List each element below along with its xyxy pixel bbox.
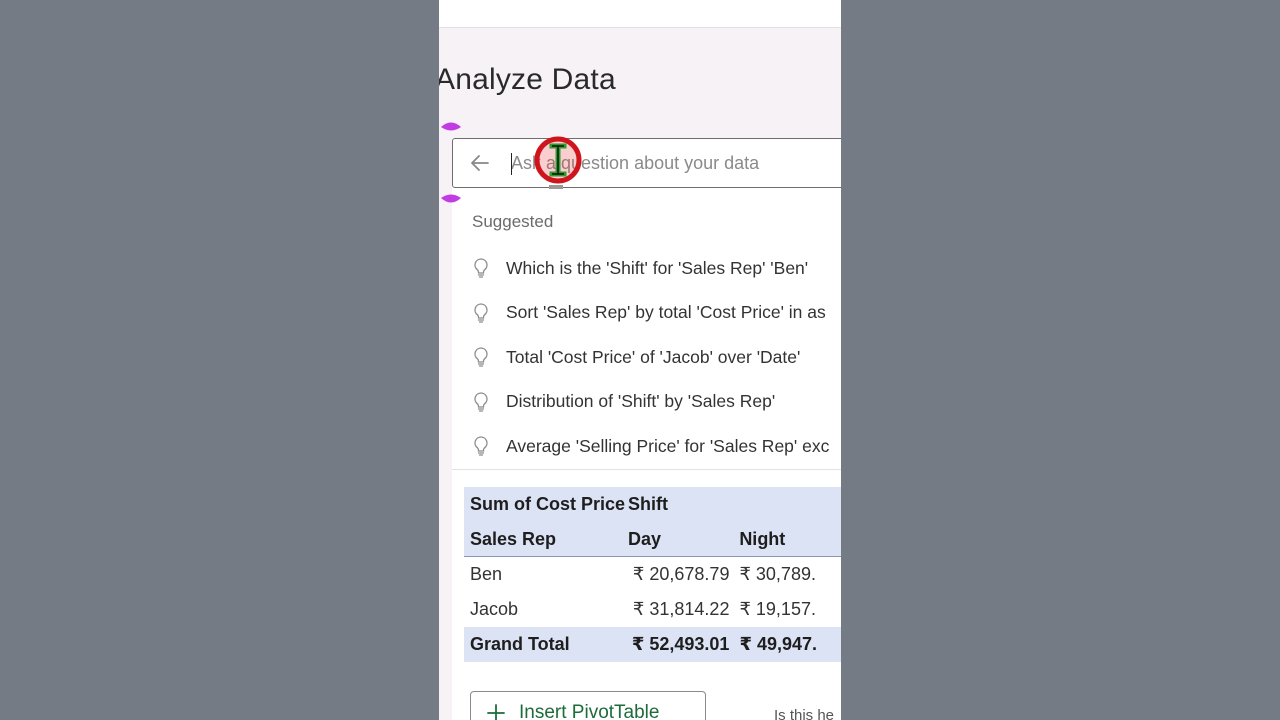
- lightbulb-icon: [474, 303, 488, 323]
- analyze-data-pane: Analyze Data Suggested Which is the 'Shi…: [439, 0, 841, 720]
- top-bar: [439, 0, 841, 28]
- suggestion-text: Which is the 'Shift' for 'Sales Rep' 'Be…: [506, 257, 809, 278]
- grand-total-row: Grand Total ₹ 52,493.01 ₹ 49,947.: [464, 627, 841, 662]
- column-header-day: Day: [627, 528, 661, 549]
- text-cursor-icon: [534, 136, 582, 189]
- cell-value: ₹ 19,157.: [739, 599, 816, 619]
- lightbulb-icon: [474, 258, 488, 278]
- suggested-label: Suggested: [472, 212, 554, 231]
- cell-value: ₹ 20,678.79: [632, 564, 730, 584]
- search-box[interactable]: [452, 138, 841, 188]
- arrow-left-icon[interactable]: [469, 151, 491, 175]
- insert-pivottable-button[interactable]: Insert PivotTable: [470, 691, 706, 720]
- divider: [452, 469, 841, 470]
- suggestion-item[interactable]: Total 'Cost Price' of 'Jacob' over 'Date…: [472, 335, 841, 380]
- grand-total-label: Grand Total: [470, 634, 570, 654]
- pivot-header: Sum of Cost Price Shift Sales Rep Day Ni…: [464, 487, 841, 557]
- insert-pivottable-label: Insert PivotTable: [519, 702, 660, 720]
- cell-value: ₹ 30,789.: [739, 564, 816, 584]
- lightbulb-icon: [474, 347, 488, 367]
- text-caret: [511, 153, 512, 175]
- measure-label: Sum of Cost Price: [470, 494, 626, 514]
- cell-value: ₹ 31,814.22: [632, 599, 730, 619]
- column-header-night: Night: [739, 528, 786, 549]
- suggestion-text: Distribution of 'Shift' by 'Sales Rep': [506, 391, 776, 412]
- selection-handle-top[interactable]: [440, 120, 462, 134]
- pane-title: Analyze Data: [439, 63, 616, 96]
- row-field-label: Sales Rep: [470, 528, 557, 549]
- column-field-label: Shift: [627, 494, 668, 514]
- selection-handle-bottom[interactable]: [440, 191, 462, 205]
- pivot-header-row: Sum of Cost Price Shift: [464, 487, 841, 522]
- lightbulb-icon: [474, 392, 488, 412]
- pivot-preview-table[interactable]: Sum of Cost Price Shift Sales Rep Day Ni…: [464, 487, 841, 662]
- row-label: Jacob: [470, 599, 519, 619]
- grand-total-value: ₹ 49,947.: [739, 634, 818, 654]
- pivot-header-row: Sales Rep Day Night: [464, 522, 841, 557]
- suggestion-text: Sort 'Sales Rep' by total 'Cost Price' i…: [506, 302, 826, 323]
- lightbulb-icon: [474, 436, 488, 456]
- table-row: Ben ₹ 20,678.79 ₹ 30,789.: [464, 557, 841, 592]
- feedback-prompt: Is this he: [774, 707, 835, 720]
- suggestion-list: Which is the 'Shift' for 'Sales Rep' 'Be…: [472, 246, 841, 469]
- suggestion-text: Average 'Selling Price' for 'Sales Rep' …: [506, 435, 830, 456]
- table-row: Jacob ₹ 31,814.22 ₹ 19,157.: [464, 592, 841, 627]
- plus-icon: [487, 704, 505, 720]
- suggestion-item[interactable]: Distribution of 'Shift' by 'Sales Rep': [472, 380, 841, 425]
- suggestion-item[interactable]: Which is the 'Shift' for 'Sales Rep' 'Be…: [472, 246, 841, 291]
- suggestion-text: Total 'Cost Price' of 'Jacob' over 'Date…: [506, 346, 801, 367]
- suggestion-item[interactable]: Sort 'Sales Rep' by total 'Cost Price' i…: [472, 291, 841, 336]
- row-label: Ben: [470, 564, 503, 584]
- grand-total-value: ₹ 52,493.01: [631, 634, 730, 654]
- suggestion-item[interactable]: Average 'Selling Price' for 'Sales Rep' …: [472, 424, 841, 469]
